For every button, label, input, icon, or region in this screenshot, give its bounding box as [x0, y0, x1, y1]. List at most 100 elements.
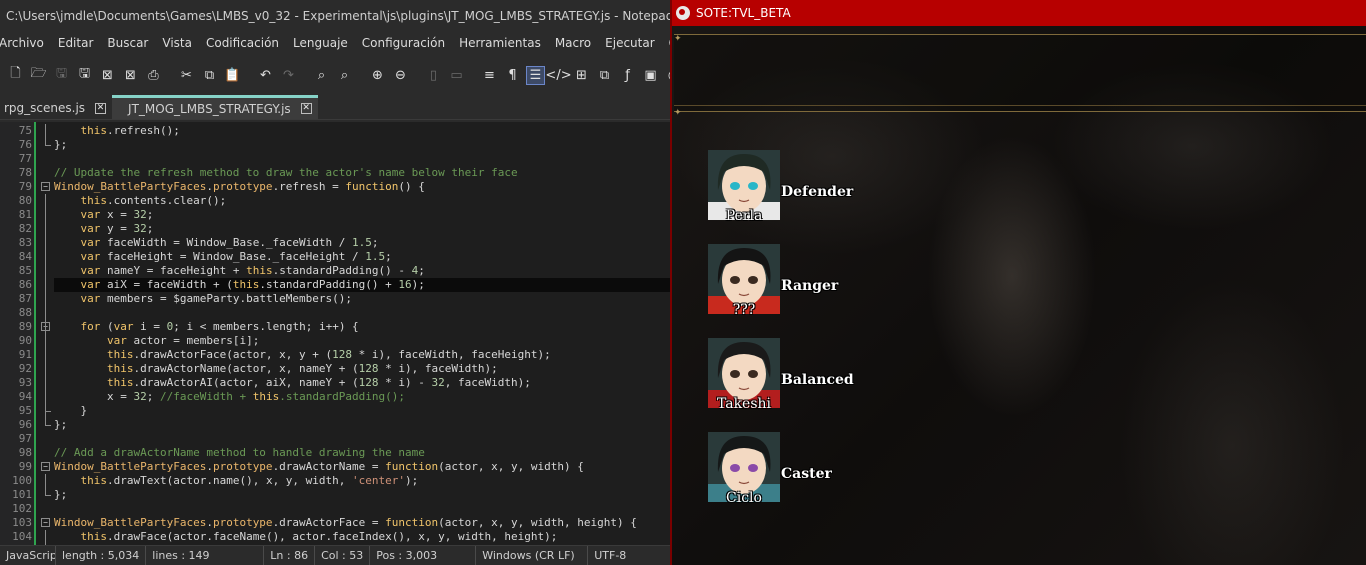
- menu-configuracion[interactable]: Configuración: [355, 36, 452, 50]
- code-line: };: [54, 138, 68, 151]
- code-line: this.drawActorFace(actor, x, y + (128 * …: [106, 348, 551, 361]
- menu-macro[interactable]: Macro: [548, 36, 598, 50]
- tab-rpg-scenes[interactable]: rpg_scenes.js ✕: [0, 97, 112, 119]
- ornament-icon: ✦: [674, 108, 682, 118]
- menu-complementos[interactable]: Complementos: [662, 36, 670, 50]
- line-number: 102: [12, 502, 32, 515]
- status-encoding[interactable]: UTF-8: [588, 546, 632, 565]
- show-all-chars-icon[interactable]: ¶: [503, 66, 522, 85]
- line-number: 77: [18, 152, 32, 165]
- find-icon[interactable]: ⌕: [312, 66, 331, 85]
- close-tab-icon[interactable]: ✕: [95, 102, 107, 114]
- game-titlebar: SOTE:TVL_BETA: [672, 0, 1366, 26]
- folder-workspace-icon[interactable]: ▣: [641, 66, 660, 85]
- help-divider: [674, 105, 1366, 106]
- menu-bar: Archivo Editar Buscar Vista Codificación…: [0, 32, 670, 54]
- actor-name: Perla: [725, 208, 763, 224]
- menu-archivo[interactable]: Archivo: [0, 36, 51, 50]
- fold-toggle-icon[interactable]: −: [41, 462, 50, 471]
- code-line: this.drawText(actor.name(), x, y, width,…: [80, 474, 419, 487]
- tab-jt-mog-lmbs-strategy[interactable]: JT_MOG_LMBS_STRATEGY.js ✕: [112, 95, 318, 119]
- indent-guide-icon[interactable]: ☰: [526, 65, 545, 85]
- code-line: var faceHeight = Window_Base._faceHeight…: [80, 250, 392, 263]
- desktop: C:\Users\jmdle\Documents\Games\LMBS_v0_3…: [0, 0, 1366, 565]
- fold-end-marker: [45, 425, 51, 426]
- status-file-type: JavaScript file: [0, 546, 56, 565]
- new-file-icon[interactable]: 🗋: [6, 66, 25, 85]
- menu-buscar[interactable]: Buscar: [100, 36, 155, 50]
- line-number: 82: [18, 222, 32, 235]
- document-list-icon[interactable]: ⧉: [595, 66, 614, 85]
- fold-end-marker: [45, 495, 51, 496]
- menu-herramientas[interactable]: Herramientas: [452, 36, 548, 50]
- menu-lenguaje[interactable]: Lenguaje: [286, 36, 355, 50]
- close-all-icon[interactable]: ⊠: [121, 66, 140, 85]
- cut-icon[interactable]: ✂: [177, 66, 196, 85]
- sync-vertical-icon[interactable]: ▯: [424, 66, 443, 85]
- replace-icon[interactable]: ⌕: [335, 66, 354, 85]
- zoom-in-icon[interactable]: ⊕: [368, 66, 387, 85]
- paste-icon[interactable]: 📋: [223, 66, 242, 85]
- line-number: 84: [18, 250, 32, 263]
- code-line: var actor = members[i];: [106, 334, 260, 347]
- fold-toggle-icon[interactable]: −: [41, 518, 50, 527]
- line-number: 86: [18, 278, 32, 291]
- sync-horizontal-icon[interactable]: ▭: [447, 66, 466, 85]
- code-line: };: [54, 418, 68, 431]
- menu-editar[interactable]: Editar: [51, 36, 101, 50]
- zoom-out-icon[interactable]: ⊖: [391, 66, 410, 85]
- line-number: 96: [18, 418, 32, 431]
- line-number: 85: [18, 264, 32, 277]
- line-number: 76: [18, 138, 32, 151]
- save-icon[interactable]: 🖫: [52, 66, 71, 85]
- status-lines: lines : 149: [146, 546, 265, 565]
- status-position: Pos : 3,003: [370, 546, 477, 565]
- code-line: var y = 32;: [80, 222, 154, 235]
- line-number: 93: [18, 376, 32, 389]
- line-number: 101: [12, 488, 32, 501]
- xml-tag-icon[interactable]: </>: [545, 66, 571, 85]
- fold-toggle-icon[interactable]: −: [41, 182, 50, 191]
- fold-guide: [45, 530, 46, 545]
- code-line: };: [54, 488, 68, 501]
- actor-ai-strategy: Caster: [781, 466, 832, 482]
- window-title: C:\Users\jmdle\Documents\Games\LMBS_v0_3…: [6, 9, 670, 23]
- word-wrap-icon[interactable]: ≡: [480, 66, 499, 85]
- line-number: 88: [18, 306, 32, 319]
- open-file-icon[interactable]: 🗁: [29, 66, 48, 85]
- code-line: this.drawActorAI(actor, aiX, nameY + (12…: [106, 376, 531, 389]
- menu-vista[interactable]: Vista: [155, 36, 199, 50]
- menu-ejecutar[interactable]: Ejecutar: [598, 36, 662, 50]
- game-title: SOTE:TVL_BETA: [696, 6, 791, 20]
- tab-bar: rpg_scenes.js ✕ JT_MOG_LMBS_STRATEGY.js …: [0, 95, 670, 120]
- copy-icon[interactable]: ⧉: [200, 66, 219, 85]
- document-map-icon[interactable]: ⊞: [572, 66, 591, 85]
- game-canvas[interactable]: ✦ ✦ Perla Defender??? Ranger Takeshi Balance…: [672, 26, 1366, 565]
- undo-icon[interactable]: ↶: [256, 66, 275, 85]
- line-number: 104: [12, 530, 32, 543]
- code-line: Window_BattlePartyFaces.prototype.refres…: [54, 180, 425, 193]
- code-line: for (var i = 0; i < members.length; i++)…: [80, 320, 359, 333]
- function-list-icon[interactable]: ƒ: [618, 66, 637, 85]
- code-editor[interactable]: 75 76 77 78 79 80 81 82 83 84 85 86 87 88 89 90 91 92 93 94…: [0, 122, 670, 545]
- close-tab-icon[interactable]: ✕: [300, 103, 312, 114]
- menu-codificacion[interactable]: Codificación: [199, 36, 286, 50]
- line-number: 92: [18, 362, 32, 375]
- close-icon[interactable]: ⊠: [98, 66, 117, 85]
- line-number: 90: [18, 334, 32, 347]
- line-number: 97: [18, 432, 32, 445]
- code-line: Window_BattlePartyFaces.prototype.drawAc…: [54, 460, 584, 473]
- redo-icon[interactable]: ↷: [279, 66, 298, 85]
- code-line: this.refresh();: [80, 124, 180, 137]
- line-number: 87: [18, 292, 32, 305]
- line-number: 91: [18, 348, 32, 361]
- print-icon[interactable]: ⎙: [144, 66, 163, 85]
- code-text-area[interactable]: this.refresh();}; // Update the refresh m…: [54, 122, 670, 545]
- code-line: var nameY = faceHeight + this.standardPa…: [80, 264, 425, 277]
- save-all-icon[interactable]: 🖫: [75, 66, 94, 85]
- code-line: Window_BattlePartyFaces.prototype.drawAc…: [54, 516, 637, 529]
- status-eol[interactable]: Windows (CR LF): [476, 546, 589, 565]
- toolbar: 🗋 🗁 🖫 🖫 ⊠ ⊠ ⎙ ✂ ⧉ 📋 ↶ ↷ ⌕ ⌕ ⊕ ⊖ ▯ ▭ ≡ ¶: [0, 54, 670, 96]
